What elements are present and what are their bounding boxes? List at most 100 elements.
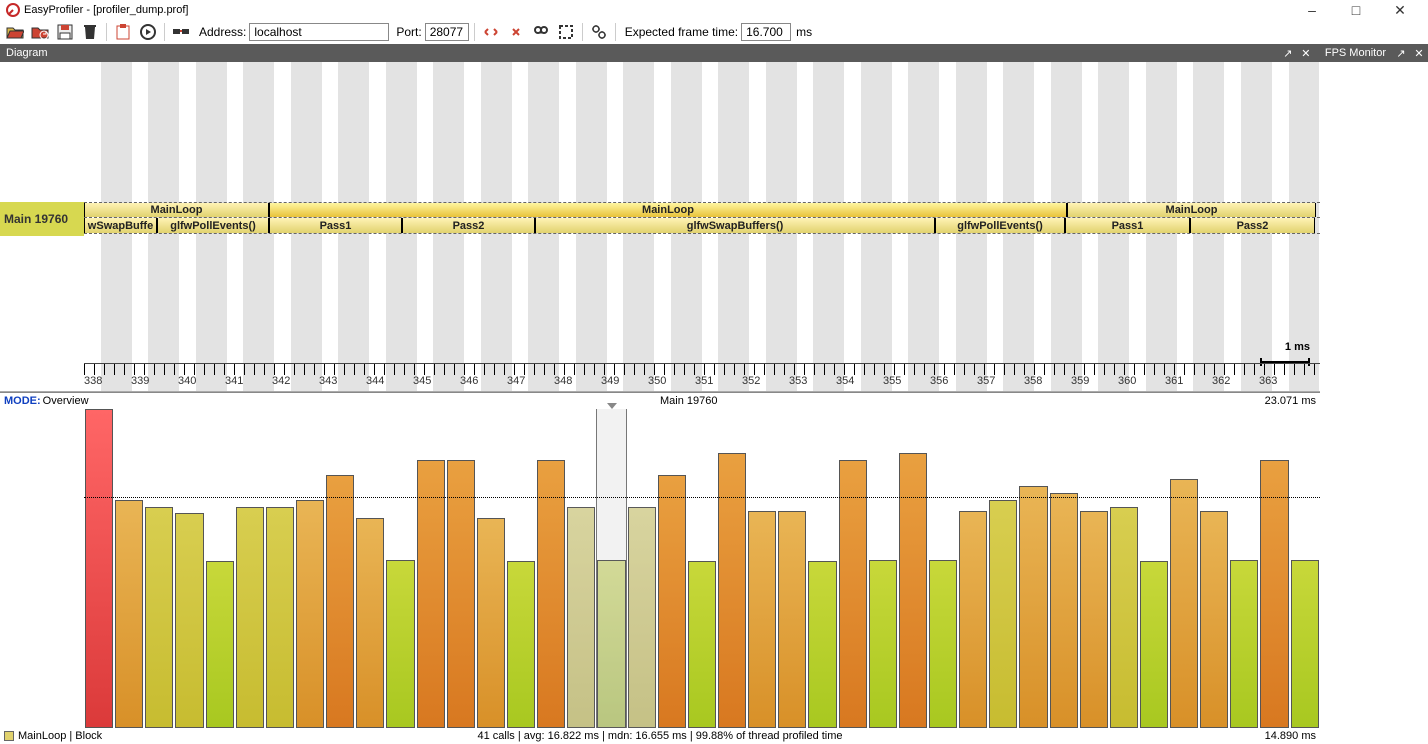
address-input[interactable]: localhost xyxy=(249,23,389,41)
overview-bar[interactable] xyxy=(1230,560,1258,728)
overview-header: MODE: Overview Main 19760 23.071 ms xyxy=(0,393,1320,409)
overview-right-time: 23.071 ms xyxy=(1265,395,1316,407)
timeline[interactable]: Main 19760 MainLoopMainLoopMainLoop wSwa… xyxy=(0,62,1320,392)
settings-button[interactable] xyxy=(588,21,610,43)
flame-block[interactable]: wSwapBuffe xyxy=(84,218,157,233)
flame-block[interactable]: MainLoop xyxy=(269,203,1067,217)
clipboard-button[interactable] xyxy=(112,21,134,43)
record-button[interactable] xyxy=(137,21,159,43)
close-fps-button[interactable]: ✕ xyxy=(1411,45,1427,61)
overview-bar[interactable] xyxy=(447,460,475,728)
overview-bar[interactable] xyxy=(1170,479,1198,728)
ruler-tick-label: 345 xyxy=(413,375,460,391)
overview-bar[interactable] xyxy=(808,561,836,728)
overview-bar[interactable] xyxy=(85,409,113,728)
flame-block[interactable]: Pass2 xyxy=(402,218,535,233)
mode-value: Overview xyxy=(43,395,89,407)
overview-bar[interactable] xyxy=(537,460,565,728)
overview-bar[interactable] xyxy=(1260,460,1288,728)
ruler-tick-label: 363 xyxy=(1259,375,1306,391)
maximize-button[interactable]: □ xyxy=(1334,0,1378,20)
expected-frame-input[interactable]: 16.700 xyxy=(741,23,791,41)
save-button[interactable] xyxy=(54,21,76,43)
overview-bar[interactable] xyxy=(417,460,445,728)
overview-bar[interactable] xyxy=(959,511,987,728)
overview-bar[interactable] xyxy=(326,475,354,728)
overview-bar[interactable] xyxy=(386,560,414,728)
overview-bar[interactable] xyxy=(869,560,897,728)
ruler-tick-label: 352 xyxy=(742,375,789,391)
overview-bar[interactable] xyxy=(1200,511,1228,728)
overview-bar[interactable] xyxy=(507,561,535,728)
overview-stats: 41 calls | avg: 16.822 ms | mdn: 16.655 … xyxy=(477,730,842,742)
port-input[interactable]: 28077 xyxy=(425,23,469,41)
open-button[interactable] xyxy=(4,21,26,43)
flame-block[interactable]: Pass1 xyxy=(269,218,402,233)
flame-block[interactable]: glfwPollEvents() xyxy=(157,218,269,233)
overview-bar[interactable] xyxy=(1110,507,1138,728)
flame-block[interactable]: MainLoop xyxy=(84,203,269,217)
overview-bar[interactable] xyxy=(718,453,746,728)
scale-label: 1 ms xyxy=(1285,341,1310,353)
overview-bar[interactable] xyxy=(899,453,927,728)
overview-bar[interactable] xyxy=(839,460,867,728)
address-label: Address: xyxy=(199,25,246,39)
flame-block[interactable]: Pass2 xyxy=(1190,218,1315,233)
mode-label: MODE: xyxy=(4,395,41,407)
overview-bar[interactable] xyxy=(929,560,957,728)
overview-bar[interactable] xyxy=(1019,486,1047,728)
overview-bar[interactable] xyxy=(296,500,324,728)
flame-rows[interactable]: MainLoopMainLoopMainLoop wSwapBuffeglfwP… xyxy=(84,202,1320,234)
ruler-tick-label: 348 xyxy=(554,375,601,391)
ruler-tick-label: 349 xyxy=(601,375,648,391)
flame-block[interactable]: Pass1 xyxy=(1065,218,1190,233)
overview-bar[interactable] xyxy=(1050,493,1078,728)
time-ruler[interactable]: 3383393403413423433443453463473483493503… xyxy=(84,363,1320,391)
ruler-tick-label: 346 xyxy=(460,375,507,391)
overview-bar[interactable] xyxy=(628,507,656,728)
overview-bar[interactable] xyxy=(748,511,776,728)
overview-bar[interactable] xyxy=(477,518,505,728)
overview-bar[interactable] xyxy=(1140,561,1168,728)
close-button[interactable]: ✕ xyxy=(1378,0,1422,20)
overview-bar[interactable] xyxy=(778,511,806,728)
ruler-tick-label: 360 xyxy=(1118,375,1165,391)
overview-bar[interactable] xyxy=(597,560,625,728)
overview-bar[interactable] xyxy=(688,561,716,728)
overview-footer: MainLoop | Block 41 calls | avg: 16.822 … xyxy=(0,728,1320,744)
flame-row-1[interactable]: wSwapBuffeglfwPollEvents()Pass1Pass2glfw… xyxy=(84,218,1320,234)
thread-lane-label[interactable]: Main 19760 xyxy=(0,202,84,236)
overview-bar[interactable] xyxy=(356,518,384,728)
reload-button[interactable] xyxy=(29,21,51,43)
collapse-all-button[interactable] xyxy=(505,21,527,43)
overview-bar[interactable] xyxy=(206,561,234,728)
delete-button[interactable] xyxy=(79,21,101,43)
overview-bar[interactable] xyxy=(145,507,173,728)
app-icon xyxy=(6,3,20,17)
diagram-panel: Main 19760 MainLoopMainLoopMainLoop wSwa… xyxy=(0,62,1320,744)
overview-bar[interactable] xyxy=(266,507,294,728)
overview-panel: MODE: Overview Main 19760 23.071 ms Main… xyxy=(0,392,1320,744)
snapshot-button[interactable] xyxy=(555,21,577,43)
flame-block[interactable]: glfwPollEvents() xyxy=(935,218,1065,233)
flame-row-0[interactable]: MainLoopMainLoopMainLoop xyxy=(84,202,1320,218)
detach-fps-button[interactable]: ↗ xyxy=(1393,45,1409,61)
expand-all-button[interactable] xyxy=(480,21,502,43)
overview-bar[interactable] xyxy=(115,500,143,728)
overview-bar[interactable] xyxy=(1080,511,1108,728)
overview-bar[interactable] xyxy=(175,513,203,728)
minimize-button[interactable]: – xyxy=(1290,0,1334,20)
connect-button[interactable] xyxy=(170,21,192,43)
overview-bar[interactable] xyxy=(989,500,1017,728)
overview-bar[interactable] xyxy=(236,507,264,728)
overview-chart[interactable] xyxy=(84,409,1320,728)
expected-frame-unit: ms xyxy=(796,25,812,39)
close-diagram-button[interactable]: ✕ xyxy=(1298,45,1314,61)
search-button[interactable] xyxy=(530,21,552,43)
overview-bar[interactable] xyxy=(567,507,595,728)
flame-block[interactable]: MainLoop xyxy=(1067,203,1316,217)
overview-bar[interactable] xyxy=(658,475,686,728)
detach-diagram-button[interactable]: ↗ xyxy=(1280,45,1296,61)
flame-block[interactable]: glfwSwapBuffers() xyxy=(535,218,935,233)
overview-bar[interactable] xyxy=(1291,560,1319,728)
